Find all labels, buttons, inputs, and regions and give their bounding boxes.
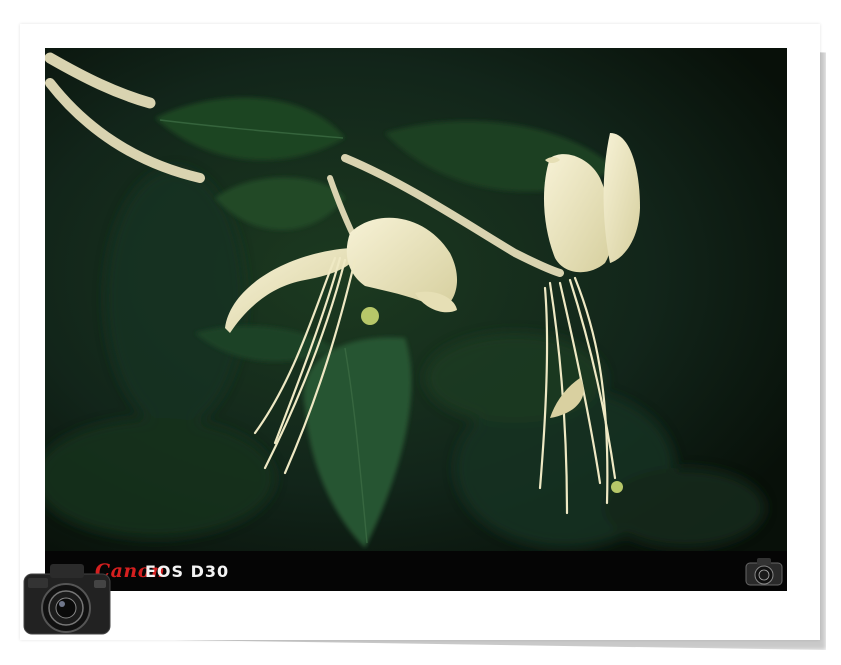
- bg-leaf: [425, 333, 605, 423]
- bg-leaf: [45, 418, 275, 538]
- camera-icon: [23, 564, 111, 635]
- bud: [361, 307, 379, 325]
- flower-photo: [45, 48, 787, 551]
- flower-illustration: [45, 48, 787, 551]
- small-camera-icon: [745, 558, 783, 586]
- caption-bar: Canon EOS D30: [45, 551, 787, 591]
- camera-model-label: EOS D30: [145, 562, 230, 581]
- bg-leaf: [605, 468, 765, 548]
- anther: [611, 481, 623, 493]
